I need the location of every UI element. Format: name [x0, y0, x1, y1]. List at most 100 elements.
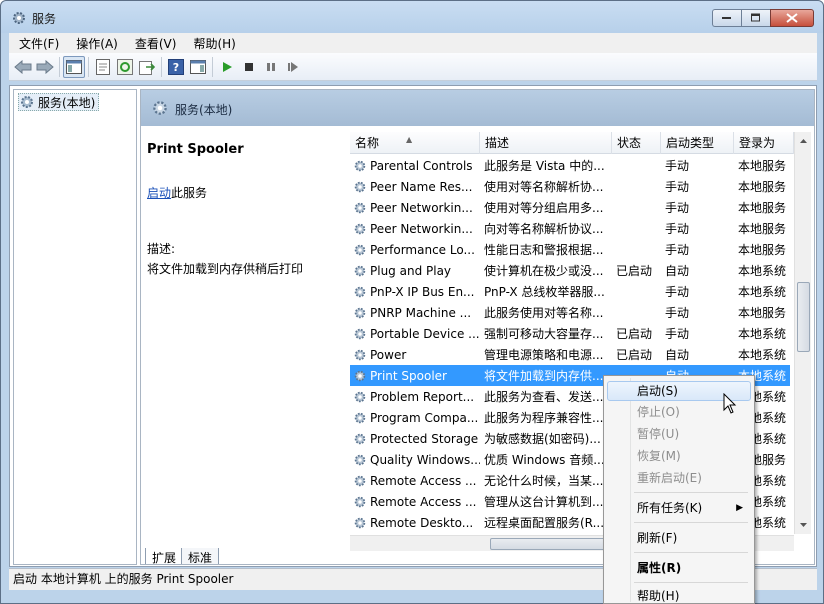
column-header-startup-type[interactable]: 启动类型	[661, 132, 734, 154]
play-icon	[223, 61, 232, 72]
description-label: 描述:	[147, 242, 176, 256]
column-header-logon-as[interactable]: 登录为	[734, 132, 794, 154]
vertical-scroll-thumb[interactable]	[797, 282, 810, 352]
column-header-description[interactable]: 描述	[480, 132, 612, 154]
menu-item-resume[interactable]: 恢复(M)	[607, 446, 751, 466]
close-button[interactable]	[770, 9, 814, 27]
service-gear-icon	[354, 181, 366, 192]
console-tree-icon	[66, 59, 82, 74]
cell-logon-as: 本地系统	[738, 348, 787, 362]
cell-name: PnP-X IP Bus En...	[350, 285, 480, 299]
sort-ascending-icon: ▲	[406, 135, 413, 144]
column-header-row: ▲ 名称 描述 状态 启动类型 登录为	[350, 132, 794, 154]
table-row[interactable]: Peer Networkin... 向对等名称解析协议... 手动 本地服务	[350, 218, 790, 239]
back-button[interactable]	[12, 56, 34, 78]
cell-status: 已启动	[616, 348, 653, 362]
export-list-button[interactable]	[136, 56, 158, 78]
maximize-button[interactable]	[741, 9, 770, 27]
minimize-button[interactable]	[712, 9, 741, 27]
cell-description: 为敏感数据(如密码)...	[484, 432, 601, 446]
cell-name: Performance Lo...	[350, 243, 480, 257]
cell-logon-as: 本地服务	[738, 180, 787, 194]
panel-header: 服务(本地)	[141, 90, 814, 126]
restart-icon	[288, 61, 298, 72]
menu-view[interactable]: 查看(V)	[125, 35, 184, 52]
cell-description: 使用对等名称解析协...	[484, 180, 604, 194]
start-service-suffix: 此服务	[171, 186, 208, 200]
refresh-icon	[117, 58, 133, 75]
forward-arrow-icon	[36, 59, 54, 74]
menu-help[interactable]: 帮助(H)	[183, 35, 242, 52]
scroll-down-icon	[800, 523, 807, 527]
table-row[interactable]: Power 管理电源策略和电源... 已启动 自动 本地系统	[350, 344, 790, 365]
start-service-button[interactable]	[216, 56, 238, 78]
menu-item-pause[interactable]: 暂停(U)	[607, 424, 751, 444]
description-text: 将文件加载到内存供稍后打印	[147, 262, 304, 276]
pause-service-button[interactable]	[260, 56, 282, 78]
tab-extended[interactable]: 扩展	[145, 548, 184, 564]
cell-logon-as: 本地服务	[738, 306, 787, 320]
table-row[interactable]: Performance Lo... 性能日志和警报根据... 手动 本地服务	[350, 239, 790, 260]
table-row[interactable]: PNRP Machine ... 此服务使用对等名称... 手动 本地服务	[350, 302, 790, 323]
column-header-status[interactable]: 状态	[612, 132, 661, 154]
cell-description: 此服务为程序兼容性...	[484, 411, 604, 425]
cell-name: PNRP Machine ...	[350, 306, 480, 320]
table-row[interactable]: Plug and Play 使计算机在极少或没... 已启动 自动 本地系统	[350, 260, 790, 281]
stop-service-button[interactable]	[238, 56, 260, 78]
cell-name: Power	[350, 348, 480, 362]
window-title: 服务	[32, 12, 57, 26]
title-bar[interactable]: 服务	[1, 1, 823, 33]
horizontal-scroll-thumb[interactable]	[490, 538, 620, 550]
back-arrow-icon	[14, 59, 32, 74]
cell-startup-type: 手动	[665, 201, 690, 215]
menu-separator	[634, 522, 748, 523]
table-row[interactable]: PnP-X IP Bus En... PnP-X 总线枚举器服... 手动 本地系统	[350, 281, 790, 302]
cell-description: 使用对等分组启用多...	[484, 201, 604, 215]
tree-item-label: 服务(本地)	[38, 95, 96, 110]
service-gear-icon	[354, 391, 366, 402]
table-row[interactable]: Peer Networkin... 使用对等分组启用多... 手动 本地服务	[350, 197, 790, 218]
show-action-pane-button[interactable]	[187, 56, 209, 78]
menu-item-properties[interactable]: 属性(R)	[607, 558, 751, 578]
forward-button[interactable]	[34, 56, 56, 78]
menu-item-help[interactable]: 帮助(H)	[607, 586, 751, 604]
menu-item-refresh[interactable]: 刷新(F)	[607, 528, 751, 548]
tree-item-services-local[interactable]: 服务(本地)	[18, 93, 100, 111]
cell-startup-type: 自动	[665, 348, 690, 362]
start-service-link[interactable]: 启动	[147, 186, 171, 200]
show-console-tree-button[interactable]	[63, 55, 85, 78]
service-gear-icon	[354, 286, 366, 297]
service-gear-icon	[354, 433, 366, 444]
menu-file[interactable]: 文件(F)	[9, 35, 66, 52]
column-header-name[interactable]: ▲ 名称	[350, 132, 480, 154]
svg-text:?: ?	[173, 61, 179, 74]
cell-name: Portable Device ...	[350, 327, 480, 341]
cell-name: Parental Controls	[350, 159, 480, 173]
cell-startup-type: 手动	[665, 327, 690, 341]
export-icon	[139, 60, 155, 75]
cell-description: 优质 Windows 音频...	[484, 453, 605, 467]
toolbar-separator	[88, 56, 89, 77]
tab-standard[interactable]: 标准	[181, 548, 220, 564]
cell-logon-as: 本地服务	[738, 201, 787, 215]
properties-button[interactable]	[92, 56, 114, 78]
menu-action[interactable]: 操作(A)	[66, 35, 125, 52]
service-gear-icon	[354, 265, 366, 276]
refresh-button[interactable]	[114, 56, 136, 78]
menu-item-restart[interactable]: 重新启动(E)	[607, 468, 751, 488]
services-gear-icon	[13, 12, 25, 24]
service-gear-icon	[354, 454, 366, 465]
start-service-line: 启动此服务	[147, 184, 207, 201]
service-gear-icon	[354, 328, 366, 339]
cell-name: Print Spooler	[350, 369, 480, 383]
help-button[interactable]: ?	[165, 56, 187, 78]
table-row[interactable]: Portable Device ... 强制可移动大容量存... 已启动 手动 本地系统	[350, 323, 790, 344]
services-gear-icon	[21, 96, 33, 108]
mouse-cursor-icon	[723, 393, 737, 414]
table-row[interactable]: Peer Name Res... 使用对等名称解析协... 手动 本地服务	[350, 176, 790, 197]
restart-service-button[interactable]	[282, 56, 304, 78]
vertical-scrollbar[interactable]	[794, 132, 811, 534]
table-row[interactable]: Parental Controls 此服务是 Vista 中的... 手动 本地服务	[350, 155, 790, 176]
cell-logon-as: 本地服务	[738, 243, 787, 257]
menu-item-all-tasks[interactable]: 所有任务(K) ▶	[607, 498, 751, 518]
